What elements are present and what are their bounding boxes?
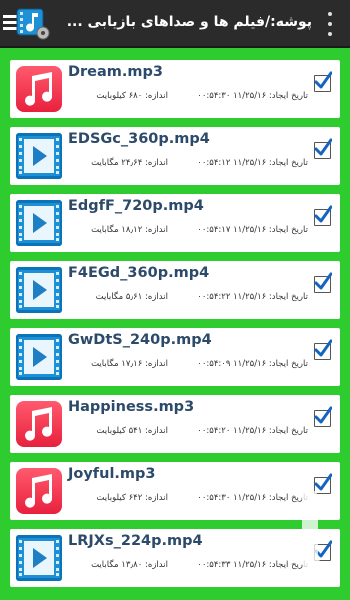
file-name: EdgfF_720p.mp4 xyxy=(68,198,204,214)
file-size: اندازه: ۵۴۱ کیلوبایت xyxy=(96,426,168,436)
file-size: اندازه: ۶۸۰ کیلوبایت xyxy=(96,91,168,101)
file-created-date: تاریخ ایجاد: ۱۱/۲۵/۱۶ ۰۰:۵۴:۰۹ xyxy=(197,359,308,369)
video-file-icon xyxy=(16,200,62,246)
music-file-icon xyxy=(16,468,62,514)
file-created-date: تاریخ ایجاد: ۱۱/۲۵/۱۶ ۰۰:۵۴:۳۰ xyxy=(197,91,308,101)
file-name: Dream.mp3 xyxy=(68,64,164,80)
file-size: اندازه: ۱۸٫۱۲ مگابایت xyxy=(91,225,168,235)
checkmark-icon xyxy=(314,339,332,357)
file-list-item[interactable]: GwDtS_240p.mp4 تاریخ ایجاد: ۱۱/۲۵/۱۶ ۰۰:… xyxy=(10,328,340,386)
file-created-date: تاریخ ایجاد: ۱۱/۲۵/۱۶ ۰۰:۵۴:۱۷ xyxy=(197,225,308,235)
file-name: GwDtS_240p.mp4 xyxy=(68,332,212,348)
file-size: اندازه: ۲۴٫۶۴ مگابایت xyxy=(91,158,168,168)
select-checkbox[interactable] xyxy=(314,71,332,92)
checkmark-icon xyxy=(314,205,332,223)
checkmark-icon xyxy=(314,138,332,156)
checkmark-icon xyxy=(314,406,332,424)
file-list-item[interactable]: Happiness.mp3 تاریخ ایجاد: ۱۱/۲۵/۱۶ ۰۰:۵… xyxy=(10,395,340,453)
video-file-icon xyxy=(16,535,62,581)
file-name: EDSGc_360p.mp4 xyxy=(68,131,210,147)
file-name: F4EGd_360p.mp4 xyxy=(68,265,210,281)
film-music-app-icon[interactable] xyxy=(3,5,51,43)
file-name: LRJXs_224p.mp4 xyxy=(68,533,203,549)
page-title: پوشه:/فیلم ها و صداهای بازیابی ... xyxy=(66,14,312,30)
file-size: اندازه: ۱۷٫۱۶ مگابایت xyxy=(91,359,168,369)
app-bar: پوشه:/فیلم ها و صداهای بازیابی ... xyxy=(0,0,350,48)
file-created-date: تاریخ ایجاد: ۱۱/۲۵/۱۶ ۰۰:۵۴:۲۰ xyxy=(197,426,308,436)
checkmark-icon xyxy=(314,272,332,290)
select-checkbox[interactable] xyxy=(314,406,332,427)
file-created-date: تاریخ ایجاد: ۱۱/۲۵/۱۶ ۰۰:۵۴:۲۲ xyxy=(197,292,308,302)
watermark-logo xyxy=(285,489,332,584)
music-file-icon xyxy=(16,401,62,447)
file-name: Happiness.mp3 xyxy=(68,399,195,415)
file-created-date: تاریخ ایجاد: ۱۱/۲۵/۱۶ ۰۰:۵۴:۱۲ xyxy=(197,158,308,168)
file-list-item[interactable]: Dream.mp3 تاریخ ایجاد: ۱۱/۲۵/۱۶ ۰۰:۵۴:۳۰… xyxy=(10,60,340,118)
music-file-icon xyxy=(16,66,62,112)
file-name: Joyful.mp3 xyxy=(68,466,156,482)
video-file-icon xyxy=(16,133,62,179)
select-checkbox[interactable] xyxy=(314,205,332,226)
video-file-icon xyxy=(16,334,62,380)
file-list-item[interactable]: EdgfF_720p.mp4 تاریخ ایجاد: ۱۱/۲۵/۱۶ ۰۰:… xyxy=(10,194,340,252)
file-list-item[interactable]: EDSGc_360p.mp4 تاریخ ایجاد: ۱۱/۲۵/۱۶ ۰۰:… xyxy=(10,127,340,185)
video-file-icon xyxy=(16,267,62,313)
file-size: اندازه: ۶۴۲ کیلوبایت xyxy=(96,493,168,503)
overflow-menu-icon[interactable] xyxy=(320,12,340,36)
checkmark-icon xyxy=(314,71,332,89)
select-checkbox[interactable] xyxy=(314,339,332,360)
file-size: اندازه: ۱۳٫۸۰ مگابایت xyxy=(91,560,168,570)
select-checkbox[interactable] xyxy=(314,272,332,293)
file-list-item[interactable]: F4EGd_360p.mp4 تاریخ ایجاد: ۱۱/۲۵/۱۶ ۰۰:… xyxy=(10,261,340,319)
file-size: اندازه: ۵٫۶۱ مگابایت xyxy=(95,292,168,302)
select-checkbox[interactable] xyxy=(314,138,332,159)
